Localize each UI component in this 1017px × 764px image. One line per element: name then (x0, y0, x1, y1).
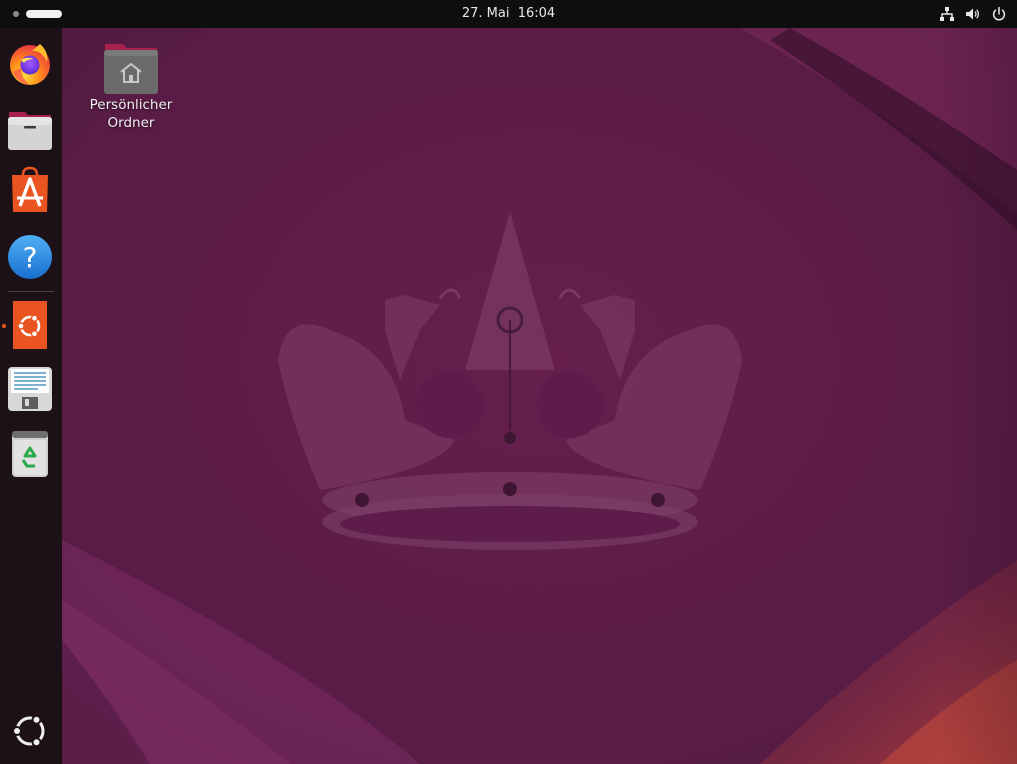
system-tray-button[interactable] (939, 6, 1007, 22)
dock-item-firefox[interactable] (7, 38, 53, 88)
desktop-icon-home-folder[interactable]: Persönlicher Ordner (84, 40, 178, 132)
desktop[interactable]: Persönlicher Ordner (62, 28, 1017, 764)
active-workspace-pill (26, 10, 62, 18)
running-indicator (2, 324, 6, 328)
clock-date: 27. Mai (461, 6, 510, 21)
text-editor-icon (8, 367, 52, 411)
activities-button[interactable] (8, 7, 62, 21)
network-wired-icon (940, 7, 954, 21)
dock-item-ubuntu-installer[interactable] (7, 300, 53, 350)
home-folder-icon (104, 44, 158, 94)
svg-text:?: ? (23, 241, 38, 274)
help-icon: ? (8, 235, 52, 279)
dock-item-trash[interactable] (7, 428, 53, 478)
firefox-icon (10, 44, 50, 85)
volume-icon (966, 8, 980, 20)
date-time-button[interactable]: 27. Mai 16:04 (462, 6, 555, 21)
ubuntu-show-apps-icon (12, 714, 45, 748)
workspace-dot (13, 11, 19, 17)
dock: ? (0, 28, 62, 764)
clock-time: 16:04 (517, 6, 556, 21)
show-apps-button[interactable] (7, 704, 53, 754)
dock-item-files[interactable] (7, 102, 53, 152)
files-icon (8, 112, 52, 150)
wallpaper (62, 28, 1017, 764)
dock-item-text-editor[interactable] (7, 364, 53, 414)
top-bar: 27. Mai 16:04 (0, 0, 1017, 28)
ubuntu-installer-icon (13, 301, 47, 349)
dock-separator (8, 291, 54, 292)
dock-item-help[interactable]: ? (7, 230, 53, 280)
desktop-icon-label: Persönlicher Ordner (89, 97, 173, 131)
app-center-icon (12, 166, 48, 212)
power-icon (992, 6, 1006, 21)
clock: 27. Mai 16:04 (0, 0, 1017, 28)
dock-item-app-center[interactable] (7, 166, 53, 216)
trash-icon (12, 431, 48, 477)
